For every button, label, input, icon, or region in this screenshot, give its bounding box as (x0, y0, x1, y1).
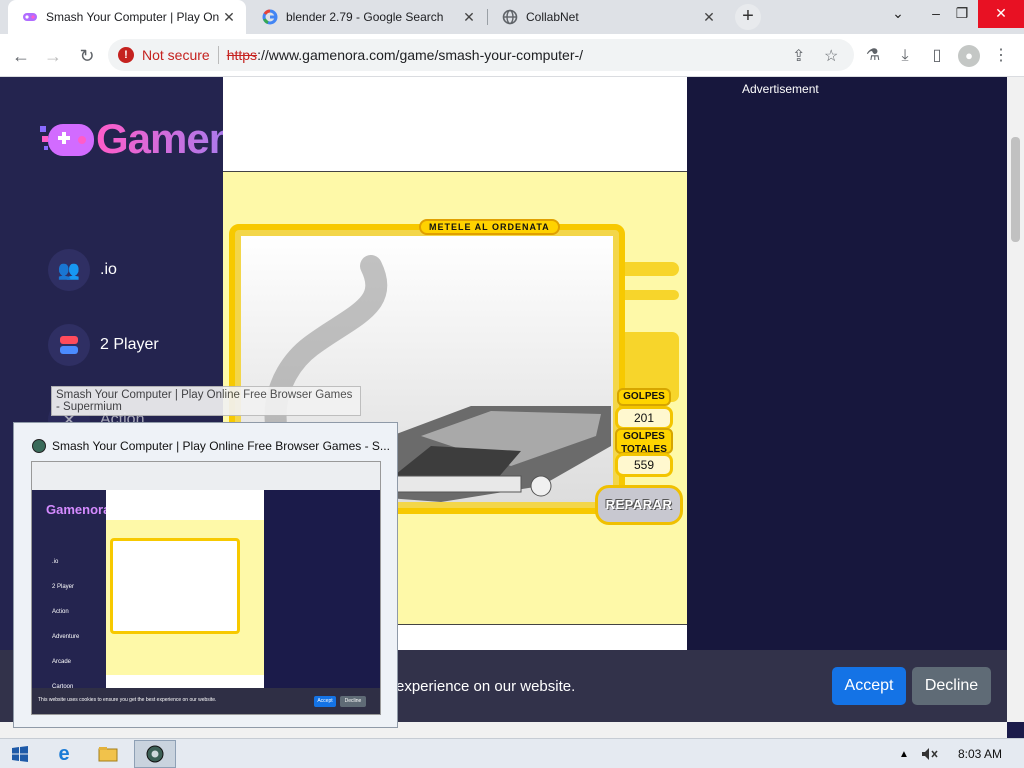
golpes-value: 201 (615, 406, 673, 430)
back-arrow-icon[interactable]: ← (8, 43, 34, 69)
menu-kebab-icon[interactable]: ⋮ (990, 45, 1012, 67)
not-secure-label[interactable]: Not secure (142, 47, 210, 63)
mini-cookie-banner: This website uses cookies to ensure you … (32, 688, 380, 714)
not-secure-icon[interactable]: ! (118, 47, 134, 63)
url-text: ://www.gamenora.com/game/smash-your-comp… (257, 47, 584, 63)
controller-logo-icon (40, 120, 96, 158)
preview-thumbnail[interactable]: Gamenora .io 2 Player Action Adventure A… (31, 461, 381, 715)
game-title-banner: METELE AL ORDENATA (419, 219, 560, 235)
url-scheme: https (226, 47, 258, 63)
close-tab-icon[interactable]: ✕ (700, 9, 718, 26)
mini-category: .io (52, 559, 59, 565)
new-tab-button[interactable]: + (735, 4, 761, 30)
tab-title: CollabNet (526, 10, 579, 24)
taskbar-clock: 8:03 AM (958, 747, 1003, 761)
advertisement-column: Advertisement (687, 77, 1007, 722)
bookmark-star-icon[interactable]: ☆ (824, 46, 838, 66)
sidebar-item-label: .io (100, 261, 117, 278)
people-icon: 👥 (48, 249, 90, 291)
address-bar[interactable]: ! Not secure https ://www.gamenora.com/g… (108, 39, 854, 71)
two-player-icon (48, 324, 90, 366)
golpes-totales-label: GOLPES TOTALES (615, 428, 673, 455)
globe-icon (502, 9, 518, 25)
gamenora-controller-icon (22, 9, 38, 25)
show-hidden-icons-arrow[interactable]: ▲ (894, 740, 914, 768)
mini-category: Arcade (52, 659, 72, 665)
chromium-taskbar-icon[interactable] (134, 740, 176, 768)
sidebar-item-io[interactable]: 👥 .io (48, 249, 117, 291)
decor-stripe (623, 262, 679, 276)
profile-avatar-icon[interactable]: ● (958, 45, 980, 67)
browser-toolbar: ← → ↻ ! Not secure https ://www.gamenora… (0, 34, 1024, 77)
mini-logo: Gamenora (46, 502, 111, 517)
tab-title: blender 2.79 - Google Search (286, 10, 444, 24)
labs-flask-icon[interactable]: ⚗ (862, 45, 884, 67)
mini-game-area (106, 490, 264, 690)
accept-cookies-button[interactable]: Accept (832, 667, 906, 705)
mini-category: 2 Player (52, 584, 75, 590)
side-panel-icon[interactable]: ▯ (926, 45, 948, 67)
mini-browser-chrome (32, 462, 380, 490)
chromium-app-icon (32, 439, 46, 453)
reload-icon[interactable]: ↻ (74, 43, 100, 69)
window-close-button[interactable]: ✕ (978, 0, 1024, 28)
decline-cookies-button[interactable]: Decline (912, 667, 991, 705)
forward-arrow-icon[interactable]: → (40, 43, 66, 69)
taskbar-window-preview[interactable]: Smash Your Computer | Play Online Free B… (13, 422, 398, 728)
mini-decline-button: Decline (340, 696, 366, 707)
golpes-totales-value: 559 (615, 453, 673, 477)
mini-accept-button: Accept (314, 696, 336, 707)
close-tab-icon[interactable]: ✕ (460, 9, 478, 26)
restore-button[interactable]: ❐ (946, 0, 978, 28)
golpes-label: GOLPES (617, 388, 671, 406)
decor-stripe (623, 290, 679, 300)
mini-category: Adventure (52, 634, 80, 640)
preview-title: Smash Your Computer | Play Online Free B… (52, 439, 390, 453)
mini-category-list: .io 2 Player Action Adventure Arcade Car… (52, 550, 79, 700)
golpes-totales-line-1: GOLPES (623, 431, 665, 442)
download-icon[interactable]: ⤓ (894, 45, 916, 67)
tab-title: Smash Your Computer | Play Onl (46, 10, 220, 24)
cookie-message: experience on our website. (396, 678, 576, 695)
file-explorer-icon[interactable] (88, 740, 128, 768)
share-icon[interactable]: ⇪ (792, 46, 805, 66)
sidebar-item-label: 2 Player (100, 336, 159, 353)
vertical-scrollbar[interactable] (1007, 77, 1024, 722)
mini-sidebar: Gamenora .io 2 Player Action Adventure A… (32, 490, 110, 714)
omnibox-divider (217, 46, 219, 64)
vertical-scroll-thumb[interactable] (1011, 137, 1020, 242)
repair-button[interactable]: REPARAR (595, 485, 683, 525)
mini-category: Action (52, 609, 69, 615)
tab-blender-search[interactable]: blender 2.79 - Google Search ✕ (248, 0, 486, 34)
mini-cookie-text: This website uses cookies to ensure you … (38, 697, 217, 703)
tab-search-chevron-icon[interactable]: ⌄ (882, 0, 914, 28)
advertisement-label: Advertisement (742, 82, 819, 96)
tab-smash-your-computer[interactable]: Smash Your Computer | Play Onl ✕ (8, 0, 246, 34)
tab-strip: Smash Your Computer | Play Onl ✕ blender… (0, 0, 1024, 34)
start-windows-icon[interactable] (0, 740, 40, 768)
windows-taskbar: e ▲ 8:03 AM (0, 738, 1024, 768)
tab-collabnet[interactable]: CollabNet ✕ (488, 0, 726, 34)
close-tab-icon[interactable]: ✕ (220, 9, 238, 26)
volume-muted-icon[interactable] (918, 740, 942, 768)
internet-explorer-icon[interactable]: e (44, 740, 84, 768)
taskbar-tooltip: Smash Your Computer | Play Online Free B… (51, 386, 361, 416)
google-g-icon (262, 9, 278, 25)
mini-monitor (110, 538, 240, 634)
sidebar-item-2-player[interactable]: 2 Player (48, 324, 159, 366)
